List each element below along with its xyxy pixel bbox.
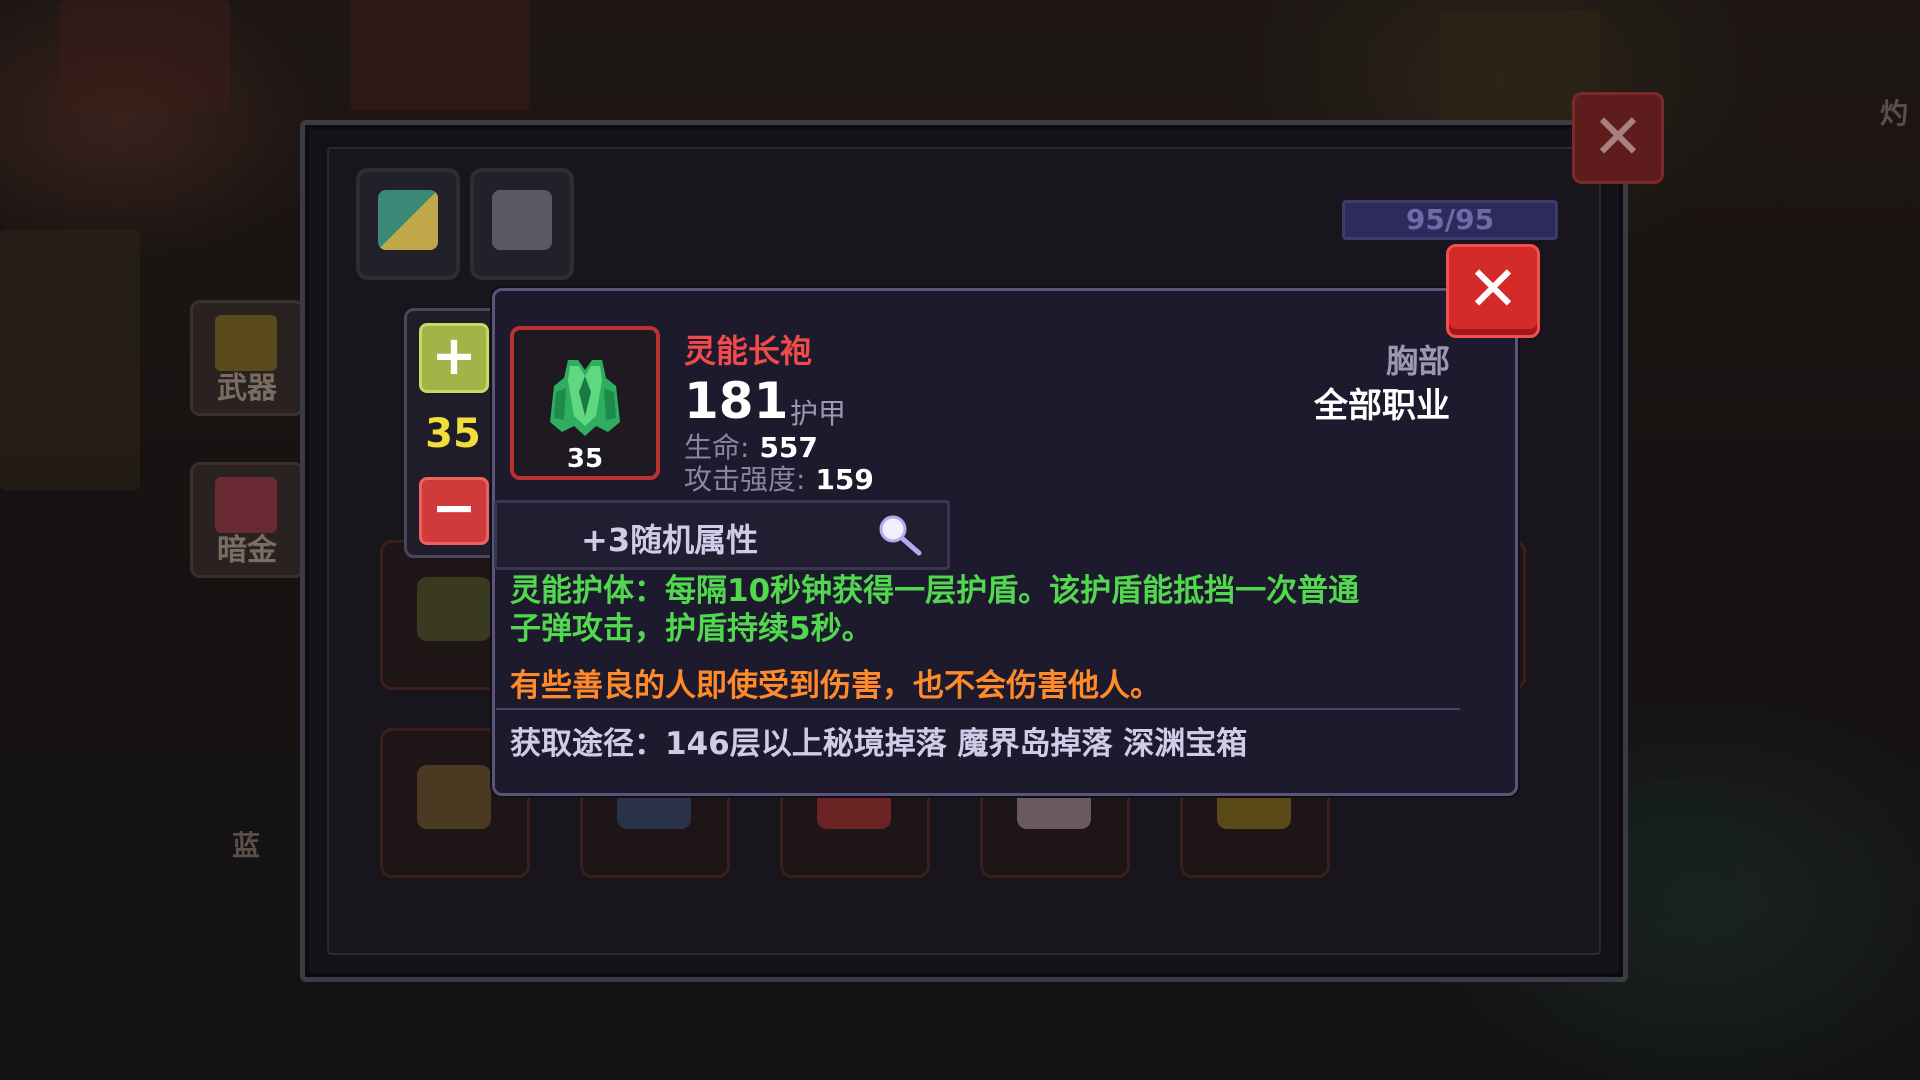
item-source: 获取途径：146层以上秘境掉落 魔界岛掉落 深渊宝箱 (510, 726, 1248, 762)
tab-bag[interactable] (356, 168, 460, 280)
armor-value: 181 (684, 372, 789, 430)
stat-value: 159 (815, 463, 874, 496)
stat-row-attack: 攻击强度: 159 (684, 458, 874, 498)
equipment-slot-type: 胸部 (1385, 342, 1450, 380)
armor-robe-icon (550, 360, 620, 436)
item-name: 灵能长袍 (684, 332, 813, 370)
close-inventory-button[interactable]: ✕ (1572, 92, 1664, 184)
magnifier-icon (879, 515, 922, 556)
class-restriction: 全部职业 (1314, 386, 1450, 426)
close-icon: ✕ (1467, 252, 1519, 325)
skill-description: 灵能护体：每隔10秒钟获得一层护盾。该护盾能抵挡一次普通 子弹攻击，护盾持续5秒… (510, 572, 1470, 648)
item-thumbnail (417, 577, 491, 641)
background-building (350, 0, 530, 110)
item-icon-frame: 35 (510, 326, 660, 480)
stat-label: 攻击强度: (684, 463, 806, 496)
background-shop-stall (0, 230, 140, 490)
sidebar-dark-gold-label: 暗金 (217, 533, 277, 568)
increase-quantity-button[interactable]: + (419, 323, 489, 393)
minus-icon: − (431, 476, 477, 539)
decrease-quantity-button[interactable]: − (419, 477, 489, 545)
inventory-capacity-bar: 95/95 (1342, 200, 1558, 240)
sidebar-weapon-label: 武器 (217, 371, 277, 406)
item-thumbnail (417, 765, 491, 829)
tab-equipment[interactable] (470, 168, 574, 280)
quantity-value: 35 (425, 411, 481, 457)
sidebar-item-dark-gold[interactable]: 暗金 (190, 462, 304, 578)
item-level: 35 (566, 444, 604, 474)
divider (496, 708, 1460, 710)
random-attributes-row[interactable]: +3随机属性 (494, 500, 950, 570)
close-tooltip-button[interactable]: ✕ (1446, 244, 1540, 338)
bag-icon (378, 190, 438, 250)
skill-line: 灵能护体：每隔10秒钟获得一层护盾。该护盾能抵挡一次普通 (510, 573, 1360, 609)
helmet-icon (492, 190, 552, 250)
right-partial-label: 灼 (1880, 97, 1909, 130)
sidebar-item-weapon[interactable]: 武器 (190, 300, 304, 416)
random-attributes-label: +3随机属性 (581, 521, 759, 559)
quantity-stepper: + 35 − (404, 308, 502, 558)
background-building (60, 0, 230, 110)
sidebar-partial-label: 蓝 (232, 829, 261, 862)
plus-icon: + (431, 324, 477, 387)
flavor-text: 有些善良的人即使受到伤害，也不会伤害他人。 (510, 668, 1161, 704)
skill-line: 子弹攻击，护盾持续5秒。 (510, 611, 873, 647)
